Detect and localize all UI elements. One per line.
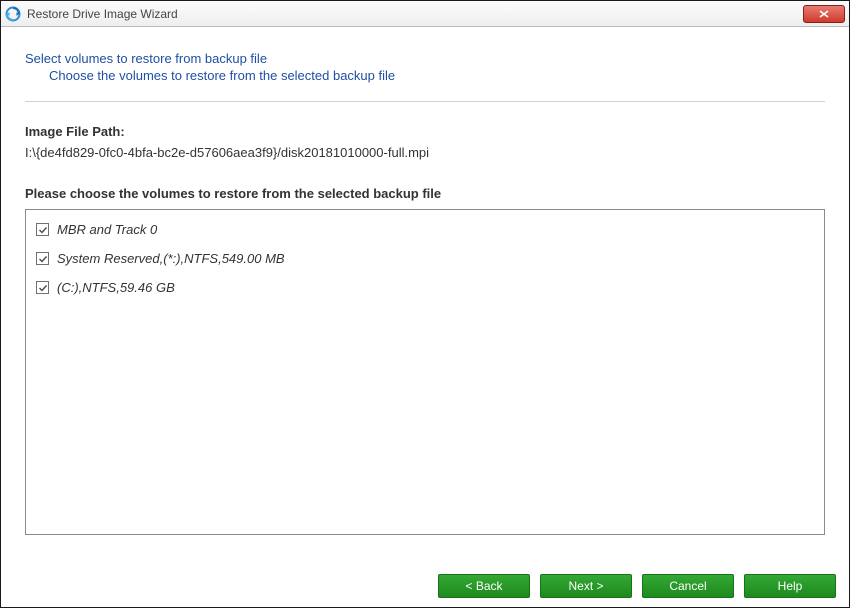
volume-row[interactable]: (C:),NTFS,59.46 GB [36, 280, 814, 295]
wizard-body: Select volumes to restore from backup fi… [1, 27, 849, 535]
window-title: Restore Drive Image Wizard [27, 7, 178, 21]
volume-checkbox[interactable] [36, 223, 49, 236]
volume-row[interactable]: System Reserved,(*:),NTFS,549.00 MB [36, 251, 814, 266]
close-icon [819, 10, 829, 18]
app-icon [5, 6, 21, 22]
divider [25, 101, 825, 102]
volume-row[interactable]: MBR and Track 0 [36, 222, 814, 237]
cancel-button[interactable]: Cancel [642, 574, 734, 598]
back-button[interactable]: < Back [438, 574, 530, 598]
close-button[interactable] [803, 5, 845, 23]
volumes-list: MBR and Track 0 System Reserved,(*:),NTF… [25, 209, 825, 535]
wizard-footer: < Back Next > Cancel Help [0, 564, 850, 608]
volumes-label: Please choose the volumes to restore fro… [25, 186, 825, 201]
volume-label: MBR and Track 0 [57, 222, 157, 237]
check-icon [38, 225, 48, 235]
next-button[interactable]: Next > [540, 574, 632, 598]
page-heading: Select volumes to restore from backup fi… [25, 51, 825, 66]
page-subheading: Choose the volumes to restore from the s… [49, 68, 825, 83]
volume-checkbox[interactable] [36, 281, 49, 294]
image-path-label: Image File Path: [25, 124, 825, 139]
title-bar: Restore Drive Image Wizard [1, 1, 849, 27]
check-icon [38, 283, 48, 293]
help-button[interactable]: Help [744, 574, 836, 598]
volume-checkbox[interactable] [36, 252, 49, 265]
check-icon [38, 254, 48, 264]
image-path-value: I:\{de4fd829-0fc0-4bfa-bc2e-d57606aea3f9… [25, 145, 825, 160]
volume-label: System Reserved,(*:),NTFS,549.00 MB [57, 251, 285, 266]
volume-label: (C:),NTFS,59.46 GB [57, 280, 175, 295]
